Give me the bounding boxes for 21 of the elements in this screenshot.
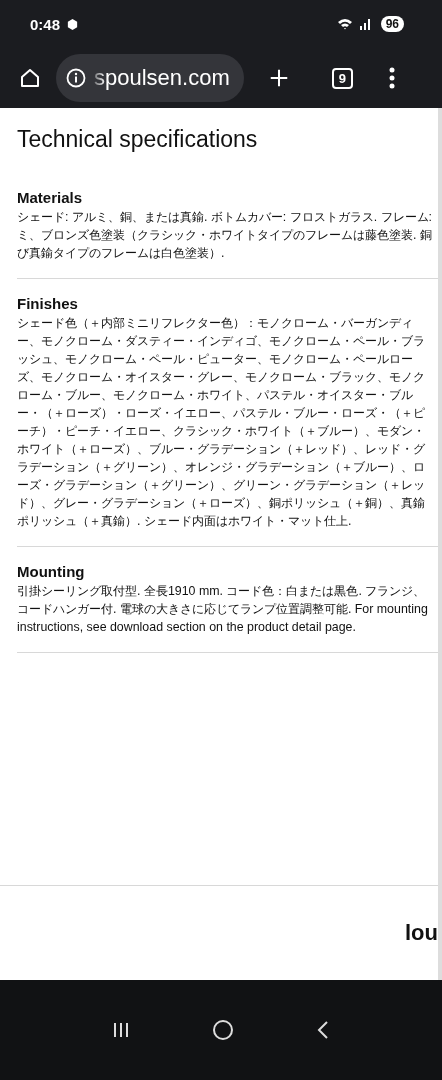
address-bar[interactable]: spoulsen.com xyxy=(56,54,244,102)
spec-text-line: シェード: アルミ、銅、または真鍮. ボトムカバー: フロストガラス. フレーム: xyxy=(17,209,433,226)
section-heading: Mounting xyxy=(17,563,86,580)
spec-text-line: び真鍮タイプのフレームは白色塗装）. xyxy=(17,245,226,262)
wifi-icon xyxy=(336,18,353,30)
spec-paragraph: シェード色（＋内部ミニリフレクター色）：モノクローム・バーガンディー、モノクローム・ダスティー・インディゴ、モノクローム・ペール・ブラッシュ、モノクローム・ペール・ピューター、モノクローム・ペールローズ、モノクローム・オイスター・グレー、モノクローム・ブラック、モノクローム・ブルー、モノクローム・ホワイト、パステル・オイスター・ブルー・（＋ローズ）・ローズ・イエロー、パステル・ブルー・ローズ・（＋ピーチ）・ピーチ・イエロー、クラシック・ホワイト（＋ブルー）、モダン・ホワイト（＋ローズ）、ブルー・グラデーション（＋レッド）、レッド・グラデーション（＋グリーン）、オレンジ・グラデーション（＋ブルー）、ローズ・グラデーション（＋グリーン）、グリーン・グラデーション（＋レッド）、グレー・グラデーション（＋ローズ）、銅ポリッシュ（＋銅）、真鍮ポリッシュ（＋真鍮）. シェード内面はホワイト・マット仕上. xyxy=(17,315,426,530)
battery-level: 96 xyxy=(380,16,404,32)
spec-paragraph: 引掛シーリング取付型. 全長1910 mm. コード色：白または黒色. フランジ、コードハンガー付. 電球の大きさに応じてランプ位置調整可能. For mounting instructions, see download section on the product detail page. xyxy=(17,583,429,636)
info-icon[interactable] xyxy=(66,68,86,88)
notification-icon xyxy=(66,17,80,31)
signal-icon xyxy=(358,18,371,30)
section-heading: Finishes xyxy=(17,295,79,312)
menu-icon[interactable] xyxy=(388,67,395,89)
home-button-icon[interactable] xyxy=(212,1019,234,1041)
status-time: 0:48 xyxy=(30,15,61,33)
page-title: Technical specifications xyxy=(17,126,259,153)
footer-logo: lou xyxy=(405,920,438,946)
section-heading: Materials xyxy=(17,189,84,206)
home-icon[interactable] xyxy=(18,66,42,90)
tab-switcher-button[interactable]: 9 xyxy=(331,67,353,89)
spec-text-line: ミ、ブロンズ色塗装（クラシック・ホワイトタイプのフレームは藤色塗装. 銅 xyxy=(17,227,433,244)
